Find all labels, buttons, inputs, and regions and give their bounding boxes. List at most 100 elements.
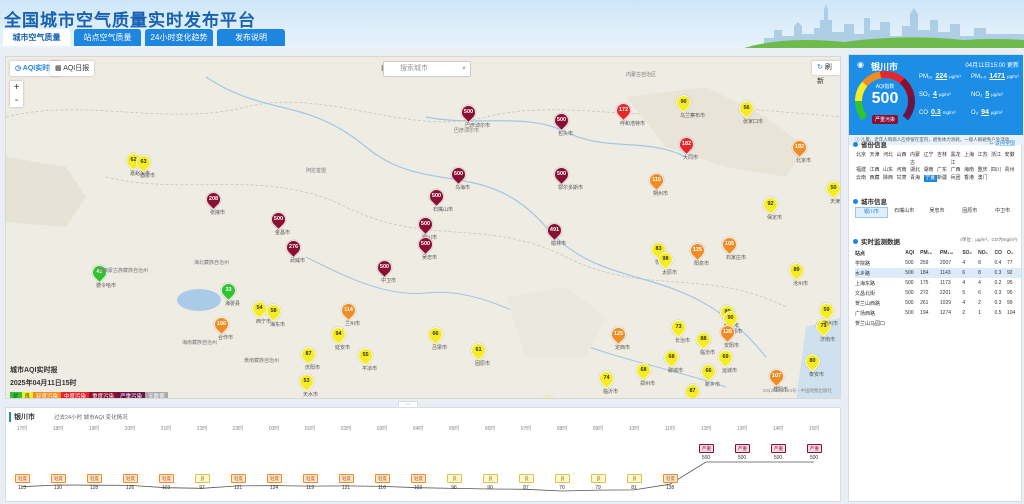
aqi-hour-value: 70	[559, 485, 565, 491]
city-pin-value: 58	[270, 308, 277, 314]
province-option[interactable]: 云南	[856, 175, 870, 183]
tab-24h-trend[interactable]: 24小时变化趋势	[145, 29, 213, 46]
city-pin-value: 61	[475, 347, 482, 353]
table-row[interactable]: 广场西路 500 194 1274 2 1 0.5 104	[855, 308, 1021, 318]
update-time-value: 04月11日15:00	[965, 63, 1006, 69]
province-option[interactable]: 广东	[937, 167, 951, 175]
table-row[interactable]: 学院路 500 259 2007 4 8 0.4 77	[855, 258, 1021, 268]
city-option[interactable]: 吴忠市	[921, 207, 954, 218]
province-option[interactable]: 湖南	[924, 167, 938, 175]
back-arrow-icon: ↩	[989, 141, 994, 147]
aqi-map[interactable]: ◷ AQI实时报 ▦ AQI日报 ▤ 搜索城市 ⌕ ↻ 刷新 + - 500巴彦…	[5, 56, 841, 399]
province-option[interactable]: 黑龙江	[951, 152, 965, 167]
table-cell: 4	[962, 280, 966, 286]
city-pin-name: 榆林市	[551, 241, 567, 247]
city-pin-name: 张家口市	[743, 119, 764, 125]
table-cell: 500	[905, 310, 914, 316]
province-option[interactable]: 上海	[964, 152, 978, 167]
province-option[interactable]: 海南	[964, 167, 978, 175]
province-section-title: 省份信息	[853, 139, 887, 149]
zoom-in-button[interactable]: +	[10, 81, 23, 94]
province-option[interactable]: 陕西	[883, 175, 897, 183]
province-option[interactable]: 河北	[883, 152, 897, 167]
province-option[interactable]: 河南	[897, 167, 911, 175]
aqi-daily-button[interactable]: ▦ AQI日报	[50, 61, 95, 76]
province-option[interactable]: 重庆	[978, 167, 992, 175]
province-option[interactable]: 兵团	[951, 175, 965, 183]
table-cell: 5	[962, 290, 966, 296]
city-title-text: 城市信息	[861, 199, 887, 206]
table-cell	[940, 318, 962, 328]
tab-release-notes[interactable]: 发布说明	[217, 29, 285, 46]
pollutant-name: NO₂	[971, 92, 983, 98]
province-option[interactable]: 山西	[897, 152, 911, 167]
province-option[interactable]: 湖北	[910, 167, 924, 175]
search-icon[interactable]: ⌕	[462, 62, 466, 76]
province-option[interactable]: 香港	[964, 175, 978, 183]
back-to-national-link[interactable]: ↩ 返回全国	[989, 140, 1015, 147]
pollutant-unit: μg/m³	[990, 110, 1003, 115]
aqi-level-badge: 良	[519, 474, 534, 483]
city-pin-name: 鄂尔多斯市	[558, 185, 584, 191]
tab-station-air-quality[interactable]: 站点空气质量	[74, 29, 141, 46]
province-option[interactable]: 浙江	[991, 152, 1005, 167]
aqi-hour-value: 113	[18, 485, 26, 491]
tab-city-air-quality[interactable]: 城市空气质量	[3, 29, 70, 46]
table-row[interactable]: 贺兰山马园口	[855, 318, 1021, 328]
city-option[interactable]: 中卫市	[986, 207, 1019, 218]
city-pin-value: 80	[809, 358, 816, 364]
province-option[interactable]: 澳门	[978, 175, 992, 183]
province-option[interactable]: 北京	[856, 152, 870, 167]
zoom-out-button[interactable]: -	[10, 94, 23, 107]
province-option[interactable]: 福建	[856, 167, 870, 175]
province-option[interactable]: 甘肃	[897, 175, 911, 183]
province-option[interactable]: 贵州	[1005, 167, 1019, 175]
aqi-hour-value: 79	[595, 485, 601, 491]
province-option[interactable]: 江西	[870, 167, 884, 175]
city-pin-value: 500	[463, 109, 474, 115]
province-option[interactable]: 青海	[910, 175, 924, 183]
map-copyright: GS(2022)2124号 - 中国地图出版社	[762, 388, 832, 393]
back-to-national-label: 返回全国	[994, 141, 1015, 147]
hour-tick-label: 03时	[376, 426, 388, 432]
province-option[interactable]: 江苏	[978, 152, 992, 167]
province-option[interactable]: 宁夏	[923, 174, 937, 182]
city-option[interactable]: 银川市	[855, 207, 888, 218]
table-row[interactable]: 文昌北街 500 272 2201 5 6 0.3 95	[855, 288, 1021, 298]
refresh-button[interactable]: ↻ 刷新	[812, 61, 840, 85]
search-placeholder: 搜索城市	[400, 65, 428, 72]
table-row[interactable]: 水乡路 500 184 1143 6 8 0.3 92	[855, 268, 1021, 278]
city-search-input[interactable]: 搜索城市 ⌕	[383, 61, 471, 77]
location-pin-icon: ◉	[857, 60, 864, 69]
province-option[interactable]: 四川	[991, 167, 1005, 175]
table-cell: 8	[978, 260, 981, 266]
aqi-level-badge: 轻度	[51, 474, 66, 483]
table-row[interactable]: 上海东路 500 175 1173 4 4 0.2 95	[855, 278, 1021, 288]
city-option[interactable]: 固原市	[953, 207, 986, 218]
table-cell: 4	[962, 300, 966, 306]
city-pin-value: 55	[362, 352, 369, 358]
province-option[interactable]: 安徽	[1005, 152, 1019, 167]
aqi-level-badge: 严重	[699, 444, 714, 453]
city-option[interactable]: 石嘴山市	[888, 207, 921, 218]
province-option[interactable]: 天津	[870, 152, 884, 167]
pollutant-value: 0.3	[931, 109, 941, 116]
province-option[interactable]: 吉林	[937, 152, 951, 167]
pollutant-value: 224	[935, 73, 948, 80]
province-option[interactable]: 辽宁	[924, 152, 938, 167]
region-label: 海北藏族自治州	[194, 260, 230, 266]
province-option[interactable]: 内蒙古	[910, 152, 924, 167]
city-pin-value: 66	[705, 368, 712, 374]
aqi-level-badge: 严重污染	[871, 115, 898, 124]
table-header-cell: O₃	[1006, 250, 1014, 256]
province-option[interactable]: 山东	[883, 167, 897, 175]
table-cell: 2	[978, 300, 981, 306]
aqi-hour-value: 97	[199, 485, 205, 491]
city-pin-value: 98	[662, 256, 669, 262]
province-option[interactable]: 西藏	[870, 175, 884, 183]
table-row[interactable]: 贺兰山西路 500 261 1029 4 2 0.3 99	[855, 298, 1021, 308]
table-cell: 6	[978, 290, 981, 296]
province-option[interactable]: 广西	[951, 167, 965, 175]
province-option[interactable]: 新疆	[937, 175, 951, 183]
pollutant-name: CO	[919, 110, 928, 116]
